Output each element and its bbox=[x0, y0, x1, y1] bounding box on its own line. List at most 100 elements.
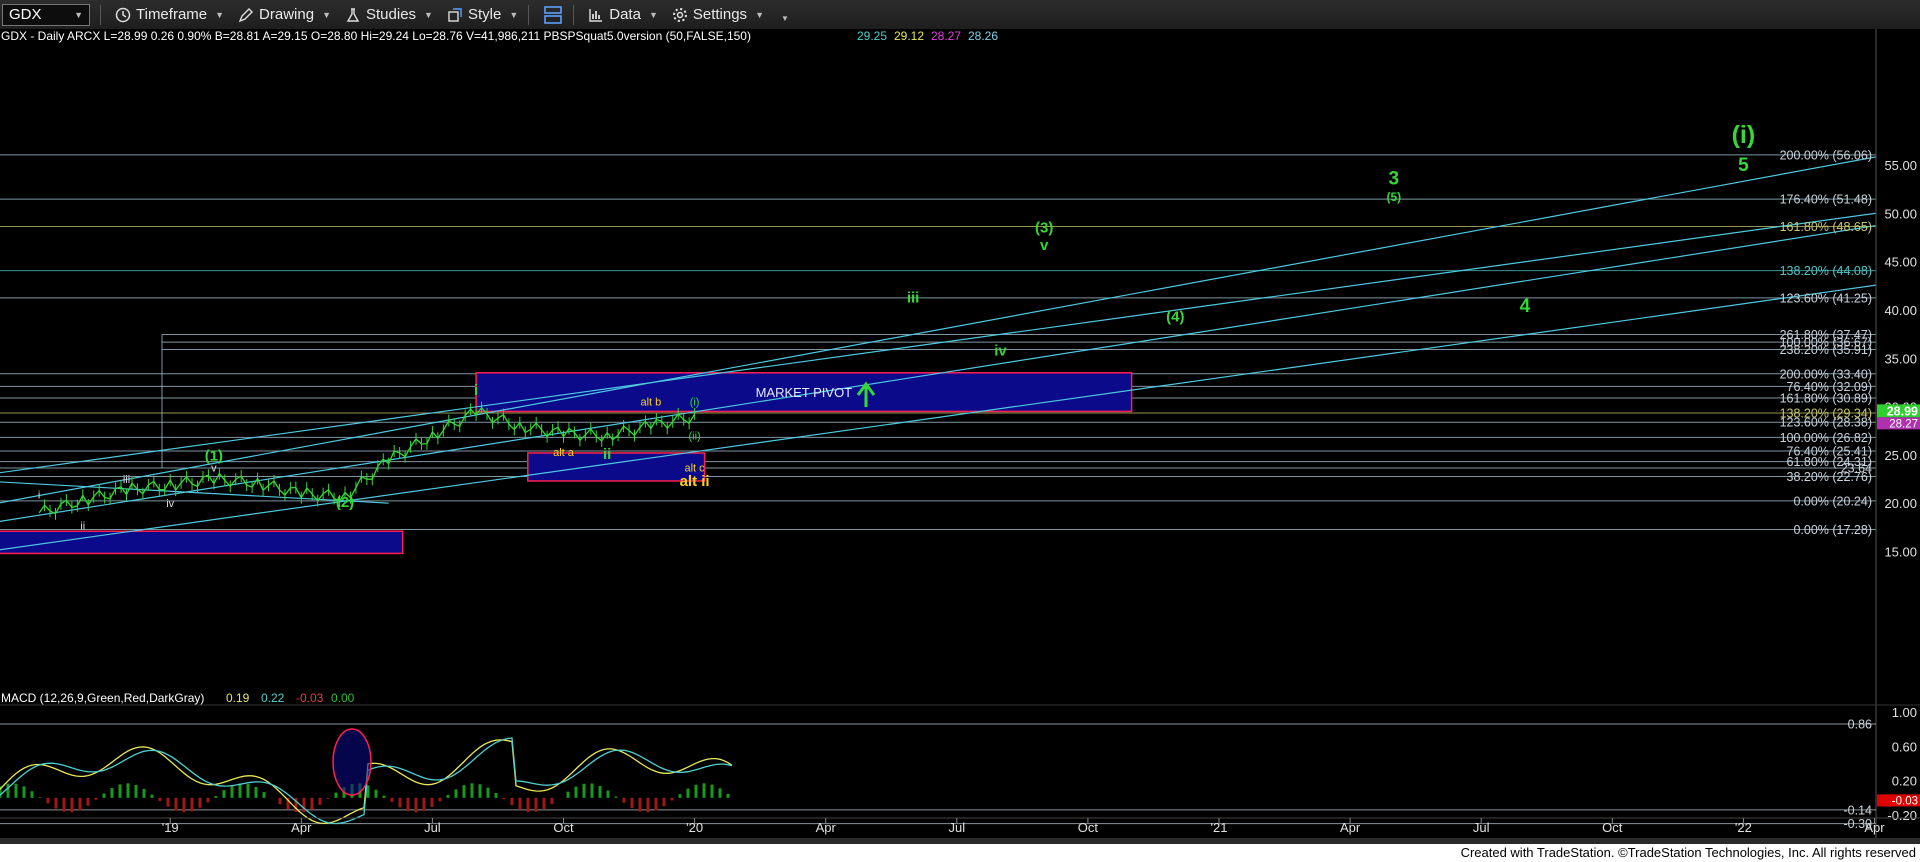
data-label: Data bbox=[609, 6, 641, 23]
macd-value: 0.22 bbox=[261, 691, 285, 705]
macd-level-label: -0.14 bbox=[1844, 803, 1873, 817]
study-value: 28.27 bbox=[931, 29, 961, 43]
drawing-menu[interactable]: Drawing ▼ bbox=[238, 6, 331, 23]
layout-button[interactable] bbox=[543, 5, 563, 25]
chart-background bbox=[0, 29, 1920, 844]
chevron-down-icon: ▼ bbox=[648, 9, 658, 20]
macd-label: MACD (12,26,9,Green,Red,DarkGray) bbox=[1, 691, 204, 705]
toolbar: GDX ▼ Timeframe ▼ Drawing ▼ Studies ▼ Style… bbox=[0, 0, 1920, 30]
fib-label: 161.80% (48.65) bbox=[1780, 220, 1872, 234]
fib-label: 0.00% (20.24) bbox=[1793, 494, 1872, 508]
toolbar-divider bbox=[528, 4, 530, 25]
price-tick-label: 40.00 bbox=[1884, 303, 1917, 318]
fib-label: 161.80% (30.89) bbox=[1780, 392, 1872, 406]
overflow-chevron-icon: ▼ bbox=[780, 14, 789, 23]
macd-tick-label: 0.20 bbox=[1892, 774, 1917, 789]
pencil-icon bbox=[238, 7, 254, 22]
fib-label: 200.00% (56.06) bbox=[1780, 148, 1872, 162]
study-value: 28.26 bbox=[968, 29, 998, 43]
wave-label: 4 bbox=[1520, 296, 1531, 317]
last-price-text: 28.99 bbox=[1887, 404, 1918, 418]
fib-label: 123.60% (41.25) bbox=[1780, 291, 1872, 305]
toolbar-divider bbox=[100, 4, 101, 25]
price-tick-label: 55.00 bbox=[1884, 158, 1917, 173]
time-tick-label: Apr bbox=[816, 820, 837, 835]
macd-value: 0.00 bbox=[331, 691, 355, 705]
fib-label: 100.00% (26.82) bbox=[1780, 431, 1872, 445]
time-tick-label: Oct bbox=[1078, 820, 1099, 835]
wave-label: (4) bbox=[1166, 309, 1184, 326]
chevron-down-icon: ▼ bbox=[755, 9, 764, 20]
macd-value: -0.03 bbox=[296, 691, 324, 705]
wave-label: ii bbox=[603, 446, 611, 463]
symbol-text: GDX bbox=[9, 6, 42, 23]
style-menu[interactable]: Style ▼ bbox=[447, 6, 518, 23]
wave-label: alt a bbox=[553, 447, 575, 459]
wave-label: alt ii bbox=[680, 473, 710, 490]
fib-label: 38.20% (22.76) bbox=[1787, 470, 1872, 484]
macd-tick-label: 0.60 bbox=[1892, 739, 1917, 754]
price-tick-label: 35.00 bbox=[1884, 351, 1917, 366]
settings-label: Settings bbox=[692, 6, 748, 23]
wave-label: (i) bbox=[690, 397, 700, 409]
price-tick-label: 25.00 bbox=[1884, 448, 1917, 463]
time-tick-label: '22 bbox=[1735, 820, 1752, 835]
chart-layout-icon bbox=[544, 5, 563, 24]
time-tick-label: Jul bbox=[1473, 820, 1490, 835]
drawing-label: Drawing bbox=[259, 6, 315, 23]
symbol-header: GDX - Daily ARCX L=28.99 0.26 0.90% B=28… bbox=[1, 29, 751, 43]
fib-label: 238.20% (35.91) bbox=[1780, 343, 1872, 357]
fib-label: 138.20% (44.08) bbox=[1780, 264, 1872, 278]
time-tick-label: Oct bbox=[1602, 820, 1623, 835]
wave-label: (i) bbox=[1732, 121, 1756, 149]
wave-label: alt b bbox=[641, 397, 662, 409]
wave-label: v bbox=[1040, 237, 1049, 254]
price-tick-label: 50.00 bbox=[1884, 206, 1917, 221]
time-tick-label: Apr bbox=[291, 820, 312, 835]
secondary-price-text: 28.27 bbox=[1889, 418, 1918, 430]
price-tick-label: 45.00 bbox=[1884, 255, 1917, 270]
wave-label: 3 bbox=[1389, 168, 1400, 189]
wave-label: iv bbox=[166, 498, 174, 510]
time-tick-label: '21 bbox=[1211, 820, 1228, 835]
wave-label: ii bbox=[80, 520, 85, 532]
wave-label: i bbox=[474, 382, 478, 399]
study-value: 29.25 bbox=[857, 29, 887, 43]
macd-value: 0.19 bbox=[226, 691, 250, 705]
style-icon bbox=[448, 7, 462, 22]
toolbar-divider bbox=[573, 4, 575, 25]
chevron-down-icon: ▼ bbox=[322, 9, 331, 20]
wave-label: iv bbox=[994, 342, 1007, 359]
timeframe-menu[interactable]: Timeframe ▼ bbox=[115, 6, 224, 23]
settings-menu[interactable]: Settings ▼ bbox=[672, 6, 764, 23]
wave-label: iii bbox=[907, 289, 920, 306]
study-value: 29.12 bbox=[894, 29, 924, 43]
wave-label: i bbox=[38, 489, 40, 501]
chevron-down-icon: ▼ bbox=[74, 9, 83, 20]
toolbar-overflow[interactable]: ▼ bbox=[778, 6, 789, 23]
chevron-down-icon: ▼ bbox=[424, 9, 433, 20]
copyright-text: Created with TradeStation. ©TradeStation… bbox=[1460, 845, 1916, 860]
time-tick-label: '19 bbox=[162, 820, 179, 835]
fib-label: 123.60% (28.38) bbox=[1780, 416, 1872, 430]
flask-icon bbox=[346, 7, 360, 22]
fib-label: 0.00% (17.28) bbox=[1793, 523, 1872, 537]
fib-label: 176.40% (51.48) bbox=[1780, 193, 1872, 207]
time-tick-label: Apr bbox=[1864, 820, 1885, 835]
time-tick-label: Apr bbox=[1340, 820, 1361, 835]
macd-tick-label: 1.00 bbox=[1892, 705, 1917, 720]
clock-icon bbox=[115, 7, 131, 22]
market-pivot-label: MARKET PIVOT bbox=[756, 385, 853, 400]
wave-label: (2) bbox=[336, 494, 354, 511]
wave-label: v bbox=[211, 462, 217, 474]
style-label: Style bbox=[467, 6, 502, 23]
studies-menu[interactable]: Studies ▼ bbox=[345, 6, 433, 23]
timeframe-label: Timeframe bbox=[136, 6, 208, 23]
chevron-down-icon: ▼ bbox=[509, 9, 519, 20]
wave-label: (ii) bbox=[688, 430, 700, 442]
wave-label: 5 bbox=[1738, 155, 1749, 176]
symbol-selector[interactable]: GDX ▼ bbox=[2, 3, 90, 26]
time-tick-label: Oct bbox=[553, 820, 574, 835]
macd-highlight-ellipse bbox=[332, 728, 372, 796]
data-menu[interactable]: Data ▼ bbox=[588, 6, 658, 23]
